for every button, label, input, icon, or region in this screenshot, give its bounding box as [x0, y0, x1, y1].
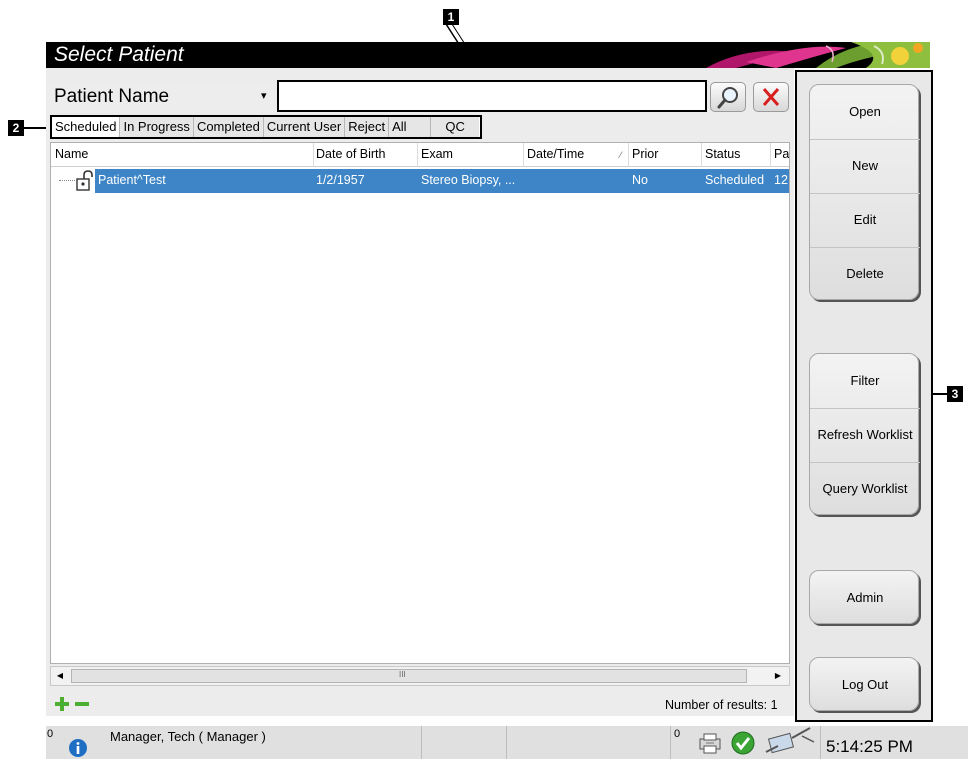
- column-header-pa[interactable]: Pa: [774, 147, 789, 161]
- search-type-label: Patient Name: [54, 86, 170, 107]
- column-header-status[interactable]: Status: [705, 147, 740, 161]
- column-header-name[interactable]: Name: [55, 147, 88, 161]
- open-button[interactable]: Open: [810, 85, 920, 139]
- sort-indicator-icon: ⁄: [620, 150, 622, 160]
- tab-reject[interactable]: Reject: [345, 117, 390, 137]
- cell-exam: Stereo Biopsy, ...: [421, 173, 516, 187]
- column-divider: [523, 143, 524, 167]
- log-out-button-label: Log Out: [841, 677, 889, 692]
- info-icon[interactable]: [68, 738, 88, 758]
- log-out-button[interactable]: Log Out: [809, 657, 919, 711]
- column-divider: [701, 143, 702, 167]
- tab-in-progress[interactable]: In Progress: [120, 117, 194, 137]
- red-x-icon: [762, 88, 780, 106]
- admin-button-label: Admin: [846, 590, 884, 605]
- scroll-right-arrow-icon[interactable]: ▶: [771, 669, 785, 683]
- scrollbar-thumb[interactable]: III: [71, 669, 747, 683]
- column-header-dob[interactable]: Date of Birth: [316, 147, 385, 161]
- tab-qc[interactable]: QC: [431, 117, 480, 137]
- action-panel: Open New Edit Delete Filter Refresh Work…: [795, 70, 933, 722]
- current-user: Manager, Tech ( Manager ): [110, 729, 266, 744]
- divider: [820, 726, 821, 759]
- delete-button[interactable]: Delete: [810, 247, 920, 301]
- column-header-datetime[interactable]: Date/Time: [527, 147, 584, 161]
- chevron-down-icon: ▾: [261, 90, 267, 102]
- magnifier-icon: [717, 87, 738, 109]
- output-device-icon[interactable]: [697, 731, 723, 755]
- clock: 5:14:25 PM: [826, 737, 913, 756]
- query-worklist-button[interactable]: Query Worklist: [810, 462, 920, 516]
- cell-prior: No: [632, 173, 648, 187]
- unlocked-padlock-icon: [76, 170, 93, 191]
- callout-1: 1: [443, 9, 459, 25]
- callout-3-leader: [932, 393, 947, 395]
- tab-current-user[interactable]: Current User: [263, 117, 346, 137]
- filter-button[interactable]: Filter: [810, 354, 920, 408]
- cell-pa: 12:: [774, 173, 790, 187]
- clear-search-button[interactable]: [753, 82, 789, 112]
- search-button[interactable]: [710, 82, 746, 112]
- callout-3: 3: [947, 386, 963, 402]
- flower-banner-image: [706, 42, 930, 68]
- horizontal-scrollbar[interactable]: ◀ III ▶: [50, 666, 790, 686]
- message-count: 0: [47, 728, 54, 740]
- scroll-left-arrow-icon[interactable]: ◀: [53, 669, 67, 683]
- edit-button[interactable]: Edit: [810, 193, 920, 247]
- column-header-exam[interactable]: Exam: [421, 147, 453, 161]
- remove-minus-icon[interactable]: [74, 696, 90, 712]
- scrollbar-grip: III: [399, 670, 406, 679]
- cell-name: Patient^Test: [98, 173, 166, 187]
- refresh-worklist-button[interactable]: Refresh Worklist: [810, 408, 920, 462]
- worklist-tabs: Scheduled In Progress Completed Current …: [50, 115, 482, 139]
- results-count: Number of results: 1: [665, 698, 778, 712]
- page-title: Select Patient: [54, 43, 184, 66]
- divider: [421, 726, 422, 759]
- add-plus-icon[interactable]: [54, 696, 70, 712]
- queue-count: 0: [674, 728, 681, 740]
- column-divider: [628, 143, 629, 167]
- row-selection: Patient^Test 1/2/1957 Stereo Biopsy, ...…: [95, 169, 790, 193]
- column-divider: [313, 143, 314, 167]
- callout-2: 2: [8, 120, 24, 136]
- cell-status: Scheduled: [705, 173, 765, 187]
- network-connection-icon[interactable]: [758, 726, 818, 756]
- divider: [670, 726, 671, 759]
- tab-completed[interactable]: Completed: [193, 117, 264, 137]
- tab-scheduled[interactable]: Scheduled: [52, 117, 121, 137]
- admin-button[interactable]: Admin: [809, 570, 919, 624]
- search-input[interactable]: [277, 80, 707, 112]
- search-type-dropdown[interactable]: Patient Name ▾: [48, 83, 274, 111]
- record-actions-group: Open New Edit Delete: [809, 84, 920, 301]
- new-button[interactable]: New: [810, 139, 920, 193]
- divider: [506, 726, 507, 759]
- cell-dob: 1/2/1957: [316, 173, 365, 187]
- system-ok-check-icon[interactable]: [730, 730, 756, 756]
- tree-connector: [59, 180, 75, 181]
- column-divider: [417, 143, 418, 167]
- table-header: Name Date of Birth Exam Date/Time ⁄ Prio…: [51, 143, 789, 167]
- tab-all[interactable]: All: [389, 117, 432, 137]
- patient-table: Name Date of Birth Exam Date/Time ⁄ Prio…: [50, 142, 790, 664]
- column-divider: [770, 143, 771, 167]
- table-row[interactable]: Patient^Test 1/2/1957 Stereo Biopsy, ...…: [51, 169, 790, 193]
- column-header-prior[interactable]: Prior: [632, 147, 658, 161]
- title-bar: Select Patient: [46, 42, 930, 68]
- worklist-actions-group: Filter Refresh Worklist Query Worklist: [809, 353, 920, 516]
